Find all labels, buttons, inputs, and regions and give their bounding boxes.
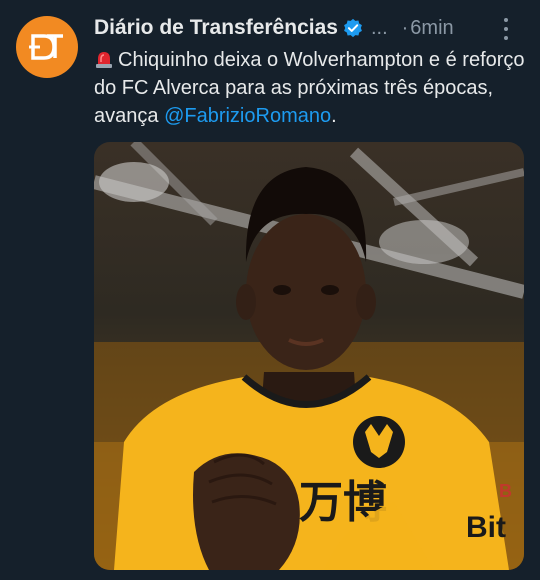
siren-emoji-icon [96,52,112,68]
avatar[interactable] [16,16,78,78]
timestamp[interactable]: 6min [410,17,453,40]
author-name[interactable]: Diário de Transferências [94,16,338,40]
more-options-icon[interactable] [496,18,516,40]
player-photo: 万博 Bit B [94,142,524,570]
author-handle[interactable]: ... [371,17,388,40]
mention-link[interactable]: @FabrizioRomano [164,105,331,127]
separator-dot: · [401,16,409,39]
tweet-body-end: . [331,105,337,127]
tweet-header: Diário de Transferências ... · 6min [94,14,526,42]
tweet[interactable]: Diário de Transferências ... · 6min Chiq… [0,0,540,580]
sleeve-sponsor-text: Bit [466,511,506,544]
tweet-photo[interactable]: 万博 Bit B [94,142,524,570]
sleeve-letter: B [499,481,512,501]
verified-badge-icon [343,18,363,38]
dt-logo-icon [29,34,63,60]
tweet-text: Chiquinho deixa o Wolverhampton e é refo… [94,46,528,130]
